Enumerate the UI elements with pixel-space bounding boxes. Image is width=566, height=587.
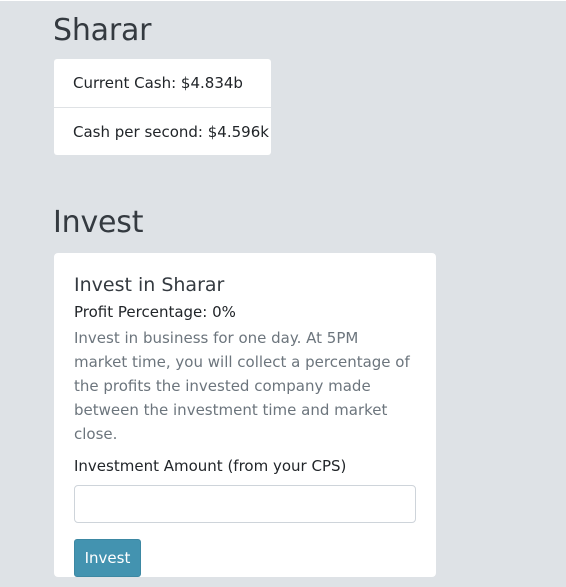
invest-heading: Invest — [53, 205, 144, 240]
invest-card: Invest in Sharar Profit Percentage: 0% I… — [54, 253, 436, 577]
profit-percentage: Profit Percentage: 0% — [74, 303, 236, 321]
cash-per-second-item: Cash per second: $4.596k — [54, 107, 271, 155]
invest-card-title: Invest in Sharar — [74, 274, 225, 296]
invest-description: Invest in business for one day. At 5PM m… — [74, 329, 410, 443]
investment-amount-input[interactable] — [74, 485, 416, 523]
invest-button[interactable]: Invest — [74, 539, 141, 577]
stats-list: Current Cash: $4.834b Cash per second: $… — [54, 59, 271, 155]
investment-amount-label: Investment Amount (from your CPS) — [74, 457, 347, 475]
company-title: Sharar — [53, 13, 152, 48]
current-cash-item: Current Cash: $4.834b — [73, 74, 243, 92]
